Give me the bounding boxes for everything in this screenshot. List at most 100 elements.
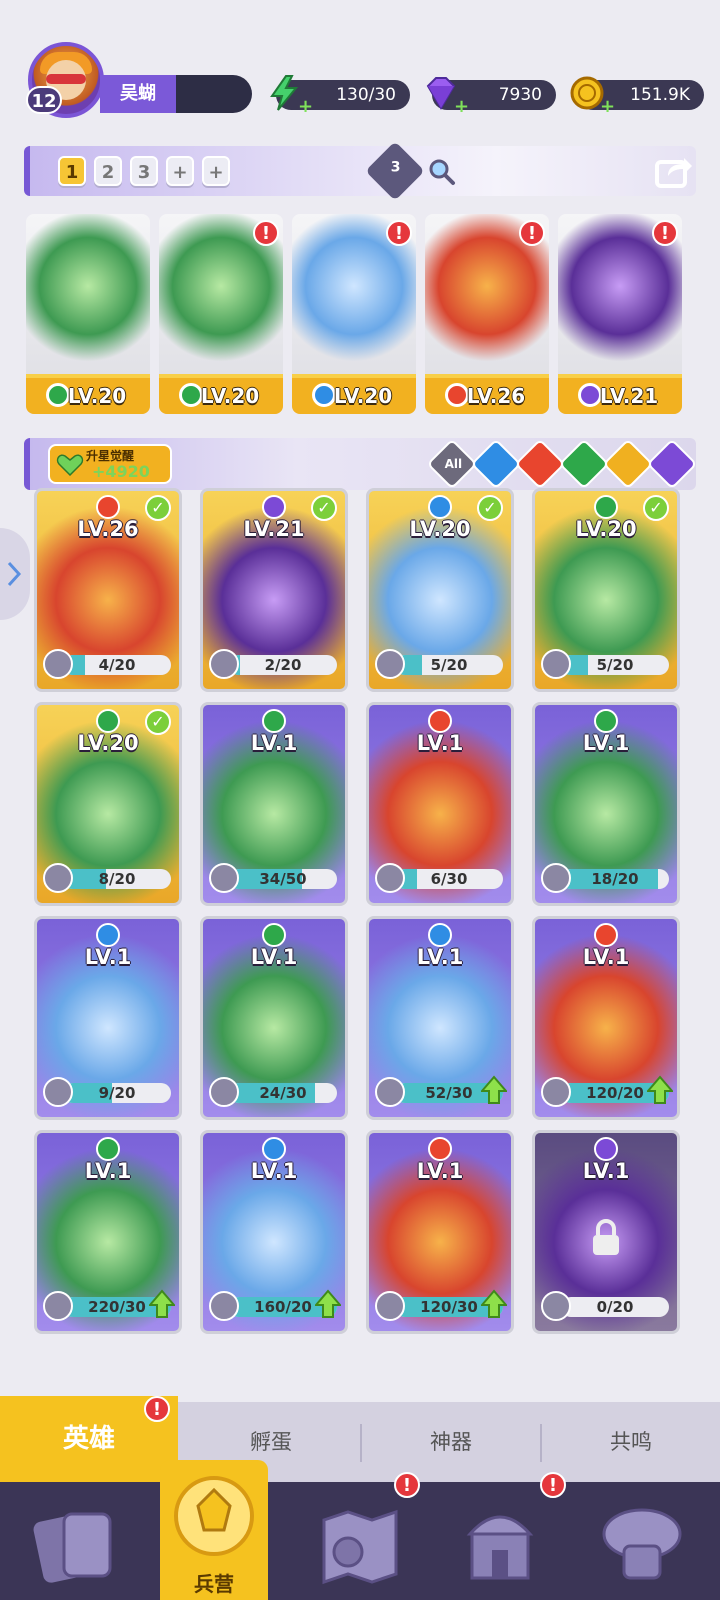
shard-icon: [43, 1077, 73, 1107]
fire-element-icon: [428, 1137, 452, 1161]
coin-counter[interactable]: + 151.9K: [570, 76, 704, 116]
hero-card[interactable]: LV.1 160/20: [200, 1130, 348, 1334]
filter-dark-button[interactable]: [646, 438, 698, 490]
alert-badge: !: [652, 220, 678, 246]
hero-level: LV.20: [409, 517, 471, 541]
plus-icon: +: [298, 96, 314, 117]
filter-water-button[interactable]: [470, 438, 522, 490]
featured-hero-card[interactable]: LV.20: [26, 214, 150, 414]
hero-card[interactable]: ✓ LV.21 2/20: [200, 488, 348, 692]
tab-resonance[interactable]: 共鸣: [542, 1412, 720, 1472]
hero-level: LV.1: [582, 945, 630, 969]
hero-card[interactable]: ✓ LV.26 4/20: [34, 488, 182, 692]
shard-progress-bar: 24/30: [229, 1083, 337, 1103]
hero-card[interactable]: LV.1 52/30: [366, 916, 514, 1120]
filter-light-button[interactable]: [602, 438, 654, 490]
hero-card[interactable]: LV.1 24/30: [200, 916, 348, 1120]
energy-value: 130/30: [336, 85, 396, 105]
hero-card[interactable]: LV.1 18/20: [532, 702, 680, 906]
nav-map[interactable]: [300, 1494, 420, 1594]
search-icon[interactable]: [426, 156, 456, 186]
player-name-bar[interactable]: 吴蝴: [100, 75, 252, 113]
fire-element-icon: [96, 495, 120, 519]
energy-counter[interactable]: + 130/30: [270, 75, 410, 116]
hero-card[interactable]: LV.1 120/30: [366, 1130, 514, 1334]
featured-hero-card[interactable]: LV.20!: [159, 214, 283, 414]
featured-hero-card[interactable]: LV.21!: [558, 214, 682, 414]
shard-progress-text: 0/20: [596, 1298, 634, 1316]
shard-progress-text: 9/20: [98, 1084, 136, 1102]
player-level-badge: 12: [26, 86, 62, 114]
nav-guild[interactable]: [582, 1494, 702, 1594]
awaken-button[interactable]: 升星觉醒 +4920: [48, 444, 172, 484]
nav-cards[interactable]: [20, 1494, 140, 1594]
shard-icon: [209, 1077, 239, 1107]
team-badge-icon[interactable]: 3: [365, 141, 425, 201]
shard-progress-bar: 9/20: [63, 1083, 171, 1103]
hero-card[interactable]: ✓ LV.20 8/20: [34, 702, 182, 906]
avatar-goggles: [46, 74, 86, 84]
wind-element-icon: [96, 1137, 120, 1161]
hero-card[interactable]: LV.1 0/20: [532, 1130, 680, 1334]
filter-wind-button[interactable]: [558, 438, 610, 490]
team-slot-2[interactable]: 2: [94, 156, 122, 186]
nav-temple[interactable]: [440, 1494, 560, 1594]
shard-progress-bar: 8/20: [63, 869, 171, 889]
shard-icon: [43, 649, 73, 679]
shard-progress-text: 6/30: [430, 870, 468, 888]
side-expand-tab[interactable]: [0, 528, 30, 620]
dark-element-icon: [594, 1137, 618, 1161]
hero-level: LV.1: [416, 731, 464, 755]
filter-all-label: All: [444, 457, 463, 471]
featured-level: LV.20: [333, 384, 393, 408]
team-slot-3[interactable]: 3: [130, 156, 158, 186]
team-slot-1[interactable]: 1: [58, 156, 86, 186]
featured-level: LV.20: [200, 384, 260, 408]
hero-level: LV.1: [250, 1159, 298, 1183]
hero-card[interactable]: LV.1 120/20: [532, 916, 680, 1120]
chevron-right-icon: [7, 561, 22, 587]
hero-card[interactable]: LV.1 34/50: [200, 702, 348, 906]
shard-icon: [209, 1291, 239, 1321]
hero-card[interactable]: LV.1 220/30: [34, 1130, 182, 1334]
cards-icon: [33, 1512, 112, 1583]
featured-hero-card[interactable]: LV.26!: [425, 214, 549, 414]
filter-all-button[interactable]: All: [426, 438, 478, 490]
shard-progress-bar: 6/30: [395, 869, 503, 889]
hero-level: LV.1: [250, 731, 298, 755]
upgrade-arrow-icon: [479, 1289, 509, 1319]
hero-card[interactable]: LV.1 6/30: [366, 702, 514, 906]
hero-card[interactable]: ✓ LV.20 5/20: [366, 488, 514, 692]
nav-temple-alert: !: [540, 1472, 566, 1498]
coin-value: 151.9K: [630, 85, 690, 105]
tab-artifacts[interactable]: 神器: [362, 1412, 540, 1472]
water-element-icon: [262, 1137, 286, 1161]
shard-icon: [375, 863, 405, 893]
dark-element-icon: [262, 495, 286, 519]
featured-level: LV.20: [67, 384, 127, 408]
shard-icon: [541, 863, 571, 893]
hero-level: LV.1: [250, 945, 298, 969]
share-icon[interactable]: [654, 152, 694, 190]
temple-icon: [466, 1515, 534, 1580]
shard-icon: [375, 1291, 405, 1321]
shard-progress-text: 5/20: [430, 656, 468, 674]
featured-level-bar: LV.20: [26, 374, 150, 414]
filter-fire-button[interactable]: [514, 438, 566, 490]
hero-level: LV.1: [416, 945, 464, 969]
add-team-button[interactable]: +: [202, 156, 230, 186]
hero-card[interactable]: ✓ LV.20 5/20: [532, 488, 680, 692]
featured-level-bar: LV.26: [425, 374, 549, 414]
hero-level: LV.1: [84, 945, 132, 969]
gem-counter[interactable]: + 7930: [426, 77, 556, 116]
shard-progress-text: 2/20: [264, 656, 302, 674]
hero-level: LV.26: [77, 517, 139, 541]
shard-icon: [541, 649, 571, 679]
add-team-button[interactable]: +: [166, 156, 194, 186]
featured-hero-card[interactable]: LV.20!: [292, 214, 416, 414]
hero-card[interactable]: LV.1 9/20: [34, 916, 182, 1120]
top-bar: 吴蝴 12 + 130/30 + 7930 + 151.9K: [0, 0, 720, 130]
nav-barracks[interactable]: 兵营: [160, 1460, 268, 1600]
featured-level-bar: LV.20: [292, 374, 416, 414]
water-element-icon: [428, 923, 452, 947]
